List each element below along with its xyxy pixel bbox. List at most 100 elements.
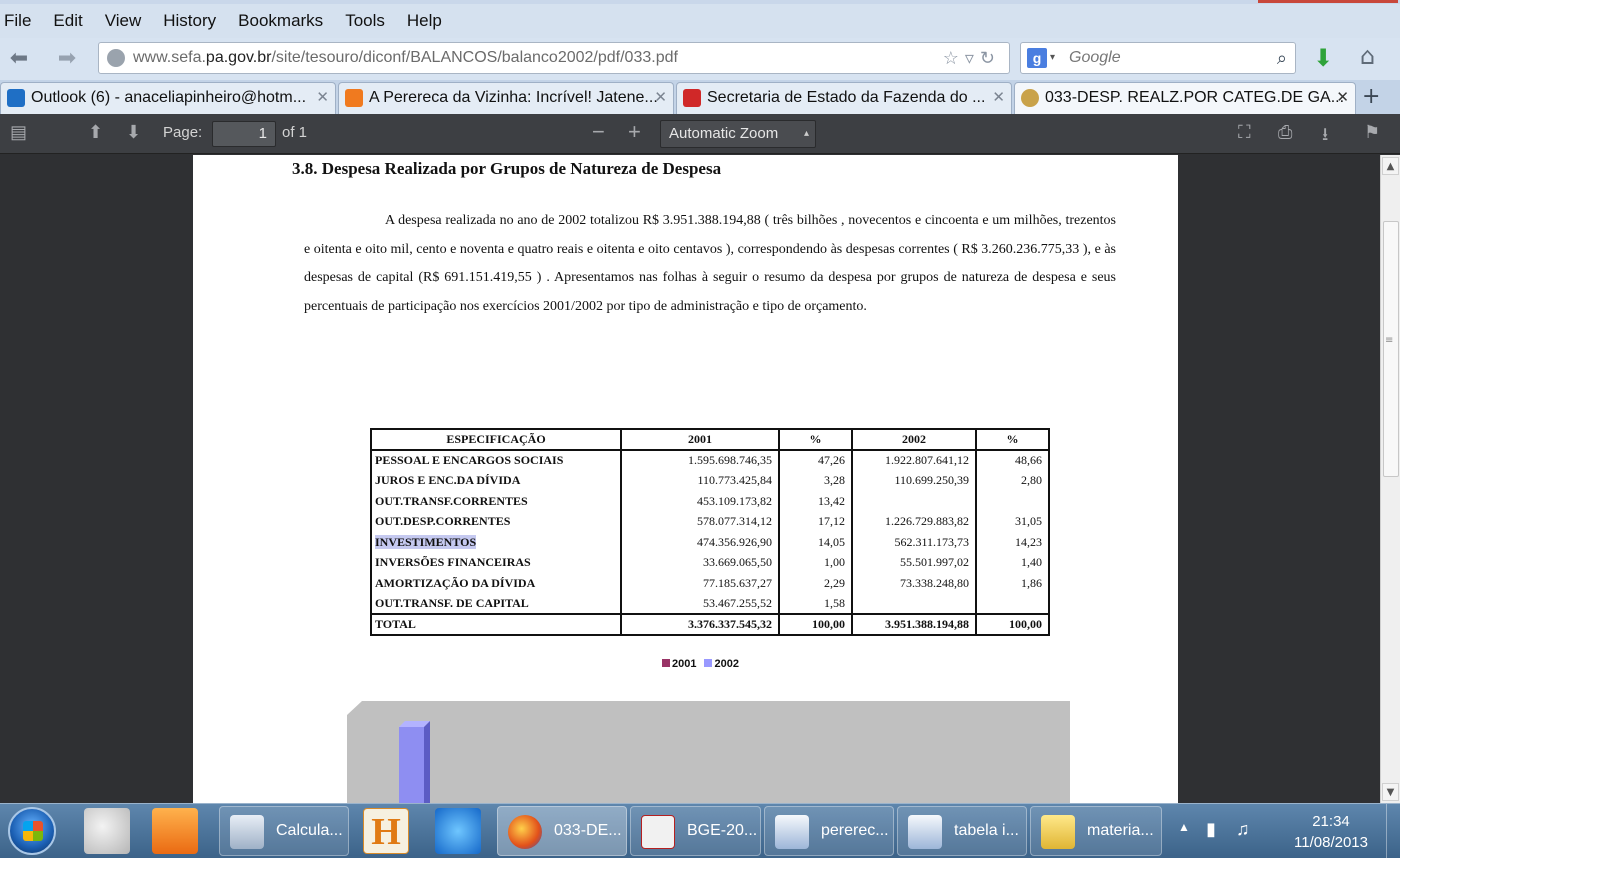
engine-dropdown-icon[interactable]: ▾	[1050, 43, 1055, 73]
value-2002	[851, 593, 977, 615]
table-row: OUT.TRANSF.CORRENTES 453.109.173,82 13,4…	[370, 490, 1050, 512]
bookmark-icon[interactable]: ⚑	[1364, 122, 1380, 143]
tab-sefa[interactable]: Secretaria de Estado da Fazenda do ... ✕	[676, 82, 1012, 114]
row-label: JUROS E ENC.DA DÍVIDA	[370, 470, 622, 491]
internet-explorer-icon[interactable]	[435, 808, 481, 854]
zoom-select[interactable]: Automatic Zoom ▴▾	[660, 120, 816, 165]
search-icon[interactable]: ⌕	[1277, 43, 1287, 73]
legend-swatch	[662, 659, 670, 667]
table-row: INVERSÕES FINANCEIRAS 33.669.065,50 1,00…	[370, 552, 1050, 574]
menu-file[interactable]: File	[4, 11, 31, 31]
pct-2002	[975, 490, 1050, 512]
google-engine-icon[interactable]: g	[1027, 48, 1047, 68]
vertical-scrollbar[interactable]: ▲ ≡ ▼	[1380, 155, 1400, 803]
pdf-page: 3.8. Despesa Realizada por Grupos de Nat…	[193, 155, 1178, 803]
taskbar-item-word-1[interactable]: pererec...	[764, 806, 894, 856]
value-2002: 562.311.173,73	[851, 531, 977, 553]
presentation-mode-icon[interactable]: ⛶	[1238, 122, 1251, 143]
media-player-icon[interactable]	[152, 808, 198, 854]
section-heading: 3.8. Despesa Realizada por Grupos de Nat…	[292, 159, 722, 178]
word-document-icon	[775, 815, 809, 849]
row-label-selected[interactable]: INVESTIMENTOS	[370, 531, 622, 553]
value-2001: 453.109.173,82	[620, 490, 780, 512]
taskbar-item-label: tabela i...	[954, 822, 1019, 839]
previous-page-icon[interactable]: ⬆	[88, 122, 103, 143]
zoom-in-icon[interactable]: +	[628, 119, 641, 145]
back-icon[interactable]: ⬅	[4, 44, 34, 74]
taskbar-item-pdf[interactable]: BGE-20...	[630, 806, 761, 856]
taskbar-item-word-2[interactable]: tabela i...	[897, 806, 1027, 856]
word-document-icon	[908, 815, 942, 849]
network-icon[interactable]: ▮	[1206, 819, 1216, 840]
row-label: OUT.TRANSF.CORRENTES	[370, 490, 622, 512]
firefox-icon	[508, 815, 542, 849]
pct-2002	[975, 593, 1050, 615]
value-2001: 1.595.698.746,35	[620, 449, 780, 471]
print-icon[interactable]: ⎙	[1278, 122, 1292, 143]
show-desktop-button[interactable]	[1386, 804, 1400, 858]
value-2001: 33.669.065,50	[620, 552, 780, 574]
browser-window: File Edit View History Bookmarks Tools H…	[0, 0, 1400, 858]
pct-2002: 1,86	[975, 573, 1050, 594]
close-tab-icon[interactable]: ✕	[654, 83, 667, 113]
taskbar-item-firefox[interactable]: 033-DE...	[497, 806, 627, 856]
chart-bar-side	[424, 721, 430, 803]
system-clock[interactable]: 21:34 11/08/2013	[1276, 811, 1386, 853]
table-row: PESSOAL E ENCARGOS SOCIAIS 1.595.698.746…	[370, 449, 1050, 471]
reload-icon[interactable]: ↻	[980, 48, 1001, 68]
next-page-icon[interactable]: ⬇	[126, 122, 141, 143]
pct-2002: 48,66	[975, 449, 1050, 471]
start-button[interactable]	[8, 807, 56, 855]
url-path: /site/tesouro/diconf/BALANCOS/balanco200…	[271, 49, 678, 66]
value-2002	[851, 490, 977, 512]
body-paragraph: A despesa realizada no ano de 2002 total…	[304, 213, 1116, 314]
paint-app-icon[interactable]	[84, 808, 130, 854]
menu-bookmarks[interactable]: Bookmarks	[238, 11, 323, 31]
history-dropdown-icon[interactable]: ▿	[965, 48, 980, 68]
page-number-input[interactable]: 1	[212, 121, 276, 147]
close-tab-icon[interactable]: ✕	[1336, 83, 1349, 113]
menu-tools[interactable]: Tools	[345, 11, 385, 31]
menu-edit[interactable]: Edit	[53, 11, 82, 31]
menu-help[interactable]: Help	[407, 11, 442, 31]
tab-pdf-active[interactable]: 033-DESP. REALZ.POR CATEG.DE GA... ✕	[1014, 82, 1356, 114]
col-header-pct-2001: %	[778, 428, 853, 451]
bookmark-star-icon[interactable]: ☆	[943, 48, 965, 68]
scrollbar-thumb[interactable]	[1383, 221, 1399, 477]
save-icon[interactable]: ⭳	[1322, 122, 1328, 152]
close-window-button[interactable]	[1258, 0, 1398, 3]
forward-icon[interactable]: ➡	[52, 44, 82, 74]
pdf-viewer[interactable]: 3.8. Despesa Realizada por Grupos de Nat…	[0, 155, 1380, 803]
zoom-out-icon[interactable]: −	[592, 119, 605, 145]
menu-history[interactable]: History	[163, 11, 216, 31]
new-tab-icon[interactable]: +	[1362, 84, 1380, 109]
value-2001: 77.185.637,27	[620, 573, 780, 594]
value-2001: 578.077.314,12	[620, 511, 780, 532]
h-app-icon[interactable]: H	[363, 808, 409, 854]
close-tab-icon[interactable]: ✕	[992, 83, 1005, 113]
pdf-file-icon	[641, 815, 675, 849]
scroll-down-arrow-icon[interactable]: ▼	[1382, 783, 1399, 801]
folder-icon	[1041, 815, 1075, 849]
search-input[interactable]: g ▾ Google ⌕	[1020, 42, 1296, 74]
table-row: INVESTIMENTOS 474.356.926,90 14,05 562.3…	[370, 531, 1050, 553]
download-icon[interactable]: ⬇	[1313, 44, 1333, 72]
taskbar-item-calculator[interactable]: Calcula...	[219, 806, 349, 856]
row-label: AMORTIZAÇÃO DA DÍVIDA	[370, 573, 622, 594]
url-bar[interactable]: www.sefa.pa.gov.br/site/tesouro/diconf/B…	[98, 42, 1010, 74]
volume-icon[interactable]: ♫	[1236, 819, 1250, 840]
scroll-up-arrow-icon[interactable]: ▲	[1382, 157, 1399, 175]
sidebar-toggle-icon[interactable]: ▤	[10, 122, 27, 143]
show-hidden-icons-icon[interactable]: ▲	[1178, 820, 1190, 834]
calculator-icon	[230, 815, 264, 849]
home-icon[interactable]: ⌂	[1360, 42, 1375, 70]
site-identity-icon[interactable]	[107, 49, 125, 67]
tab-outlook[interactable]: Outlook (6) - anaceliapinheiro@hotm... ✕	[0, 82, 336, 114]
tab-perereca[interactable]: A Perereca da Vizinha: Incrível! Jatene.…	[338, 82, 674, 114]
taskbar-item-label: pererec...	[821, 822, 889, 839]
menu-view[interactable]: View	[105, 11, 142, 31]
close-tab-icon[interactable]: ✕	[316, 83, 329, 113]
tab-label: A Perereca da Vizinha: Incrível! Jatene.…	[369, 89, 658, 106]
pct-2002: 31,05	[975, 511, 1050, 532]
taskbar-item-folder[interactable]: materia...	[1030, 806, 1162, 856]
